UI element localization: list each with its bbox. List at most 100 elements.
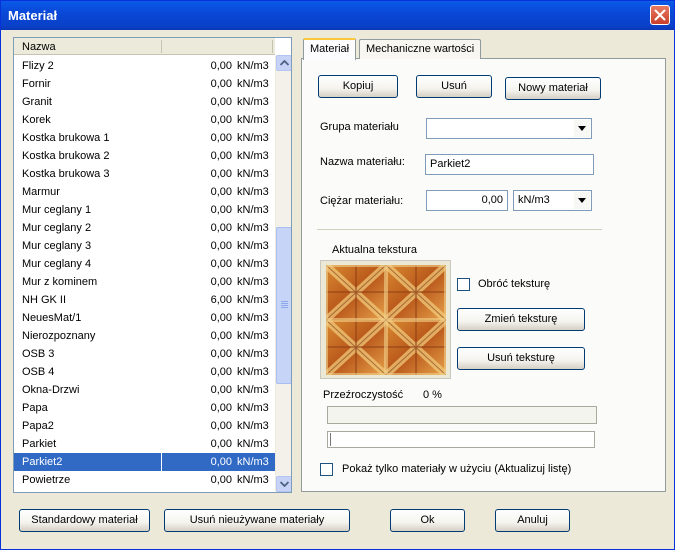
list-item[interactable]: Kostka brukowa 2 0,00 kN/m3: [14, 147, 275, 165]
tab-mechanical-values[interactable]: Mechaniczne wartości: [359, 39, 482, 59]
item-value: 0,00: [210, 222, 232, 234]
list-item[interactable]: OSB 3 0,00 kN/m3: [14, 345, 275, 363]
scroll-up-button[interactable]: [276, 55, 291, 71]
item-name: Nierozpoznany: [22, 330, 96, 342]
item-name: Marmur: [22, 186, 60, 198]
list-item[interactable]: Parkiet2 0,00 kN/m3: [14, 453, 275, 471]
window-title: Materiał: [8, 8, 58, 23]
remove-unused-button[interactable]: Usuń nieużywane materiały: [164, 509, 350, 532]
parquet-texture-icon: [326, 265, 446, 375]
list-item[interactable]: Papa 0,00 kN/m3: [14, 399, 275, 417]
list-item[interactable]: Flizy 2 0,00 kN/m3: [14, 57, 275, 75]
item-name: Flizy 2: [22, 60, 54, 72]
slider-handle[interactable]: [330, 433, 337, 446]
dropdown-button[interactable]: [574, 192, 590, 209]
item-unit: kN/m3: [237, 294, 269, 306]
item-unit: kN/m3: [237, 114, 269, 126]
item-name: Papa2: [22, 420, 54, 432]
scroll-down-button[interactable]: [276, 476, 291, 492]
close-button[interactable]: [650, 5, 670, 25]
item-value: 0,00: [210, 276, 232, 288]
item-name: Powietrze: [22, 474, 71, 486]
item-name: Fornir: [22, 78, 51, 90]
transparency-slider[interactable]: [327, 431, 595, 448]
item-value: 0,00: [210, 258, 232, 270]
list-item[interactable]: Marmur 0,00 kN/m3: [14, 183, 275, 201]
item-value: 0,00: [210, 96, 232, 108]
group-dropdown[interactable]: [426, 118, 592, 139]
weight-input[interactable]: 0,00: [426, 190, 508, 211]
column-divider[interactable]: [272, 40, 273, 53]
section-divider: [317, 229, 602, 230]
copy-button[interactable]: Kopiuj: [318, 75, 398, 98]
dropdown-button[interactable]: [574, 120, 590, 137]
ok-button[interactable]: Ok: [390, 509, 465, 532]
list-item[interactable]: Okna-Drzwi 0,00 kN/m3: [14, 381, 275, 399]
item-name: OSB 4: [22, 366, 55, 378]
list-item[interactable]: NeuesMat/1 0,00 kN/m3: [14, 309, 275, 327]
item-unit: kN/m3: [237, 348, 269, 360]
list-rows: Flizy 2 0,00 kN/m3 Fornir 0,00 kN/m3 Granit 0,0…: [14, 57, 275, 489]
item-name: Mur ceglany 2: [22, 222, 92, 234]
list-item[interactable]: Mur ceglany 3 0,00 kN/m3: [14, 237, 275, 255]
list-item[interactable]: Mur ceglany 4 0,00 kN/m3: [14, 255, 275, 273]
group-label: Grupa materiału: [320, 121, 399, 133]
item-unit: kN/m3: [237, 204, 269, 216]
weight-unit-dropdown[interactable]: kN/m3: [513, 190, 592, 211]
list-item[interactable]: Granit 0,00 kN/m3: [14, 93, 275, 111]
texture-group-label: Aktualna tekstura: [332, 244, 417, 256]
list-item[interactable]: Powietrze 0,00 kN/m3: [14, 471, 275, 489]
remove-texture-button[interactable]: Usuń teksturę: [457, 347, 585, 370]
name-label: Nazwa materiału:: [320, 156, 405, 168]
material-list[interactable]: Nazwa Flizy 2 0,00 kN/m3 Fornir 0,00 kN/m3 Gra…: [13, 37, 292, 493]
change-texture-button[interactable]: Zmień teksturę: [457, 308, 585, 331]
item-name: Kostka brukowa 3: [22, 168, 110, 180]
item-value: 0,00: [210, 330, 232, 342]
dropdown-arrow-icon: [578, 198, 586, 203]
transparency-bar: [327, 406, 597, 424]
item-value: 0,00: [210, 420, 232, 432]
show-used-label: Pokaż tylko materiały w użyciu (Aktualiz…: [342, 463, 572, 475]
item-value: 0,00: [210, 366, 232, 378]
delete-button[interactable]: Usuń: [416, 75, 492, 98]
item-name: NH GK II: [22, 294, 67, 306]
rotate-texture-checkbox[interactable]: [457, 278, 470, 291]
new-material-button[interactable]: Nowy materiał: [505, 77, 601, 100]
list-item[interactable]: Mur ceglany 2 0,00 kN/m3: [14, 219, 275, 237]
list-item[interactable]: Mur ceglany 1 0,00 kN/m3: [14, 201, 275, 219]
item-value: 0,00: [210, 204, 232, 216]
list-item[interactable]: OSB 4 0,00 kN/m3: [14, 363, 275, 381]
item-name: Granit: [22, 96, 52, 108]
list-item[interactable]: Korek 0,00 kN/m3: [14, 111, 275, 129]
item-value: 0,00: [210, 438, 232, 450]
list-item[interactable]: NH GK II 6,00 kN/m3: [14, 291, 275, 309]
item-value: 0,00: [210, 114, 232, 126]
name-input[interactable]: Parkiet2: [425, 154, 594, 175]
item-name: Mur ceglany 4: [22, 258, 92, 270]
list-item[interactable]: Mur z kominem 0,00 kN/m3: [14, 273, 275, 291]
scroll-thumb[interactable]: [276, 227, 291, 384]
chevron-up-icon: [280, 60, 289, 66]
weight-unit-value: kN/m3: [518, 194, 550, 206]
item-value: 0,00: [210, 384, 232, 396]
list-item[interactable]: Parkiet 0,00 kN/m3: [14, 435, 275, 453]
tab-material[interactable]: Materiał: [303, 38, 357, 60]
cancel-button[interactable]: Anuluj: [495, 509, 570, 532]
list-item[interactable]: Nierozpoznany 0,00 kN/m3: [14, 327, 275, 345]
vertical-scrollbar[interactable]: [275, 55, 291, 492]
chevron-down-icon: [280, 481, 289, 487]
list-item[interactable]: Kostka brukowa 1 0,00 kN/m3: [14, 129, 275, 147]
standard-material-button[interactable]: Standardowy materiał: [19, 509, 150, 532]
item-value: 0,00: [210, 60, 232, 72]
item-unit: kN/m3: [237, 132, 269, 144]
show-used-checkbox[interactable]: [320, 463, 333, 476]
column-divider[interactable]: [161, 40, 162, 53]
list-item[interactable]: Fornir 0,00 kN/m3: [14, 75, 275, 93]
item-unit: kN/m3: [237, 60, 269, 72]
item-unit: kN/m3: [237, 186, 269, 198]
column-header-name[interactable]: Nazwa: [22, 41, 56, 53]
title-bar[interactable]: Materiał: [1, 1, 674, 30]
list-item[interactable]: Papa2 0,00 kN/m3: [14, 417, 275, 435]
item-unit: kN/m3: [237, 258, 269, 270]
list-item[interactable]: Kostka brukowa 3 0,00 kN/m3: [14, 165, 275, 183]
